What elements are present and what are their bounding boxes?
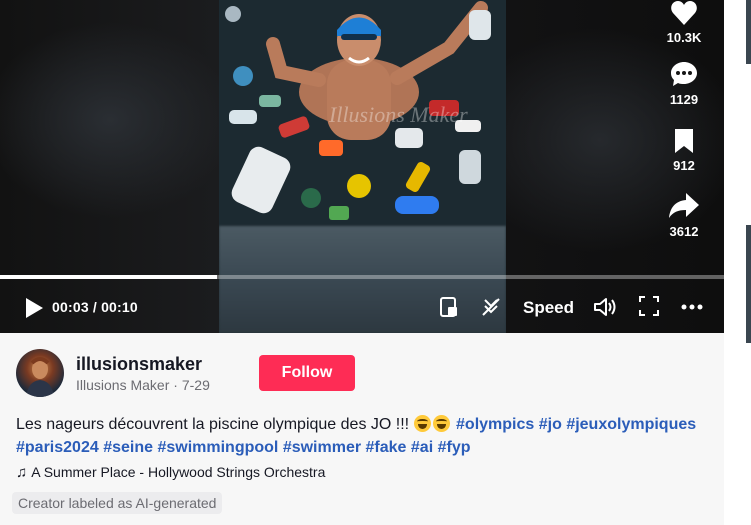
comment-icon[interactable] xyxy=(670,60,698,88)
save-action[interactable]: 912 xyxy=(650,128,718,173)
hashtag-link[interactable]: #fake xyxy=(366,439,407,456)
like-count: 10.3K xyxy=(666,30,702,45)
hashtag-link[interactable]: #fyp xyxy=(438,439,471,456)
share-icon[interactable] xyxy=(668,192,700,220)
controls-bar: 00:03 / 00:10 Speed xyxy=(0,290,724,324)
share-count: 3612 xyxy=(669,224,699,239)
caption-text: Les nageurs découvrent la piscine olympi… xyxy=(16,416,410,433)
recommended-sidebar-edge xyxy=(724,0,751,525)
hashtag-link[interactable]: #ai xyxy=(411,439,433,456)
bookmark-icon[interactable] xyxy=(673,128,695,154)
ai-generated-label: Creator labeled as AI-generated xyxy=(12,492,223,514)
hashtag-link[interactable]: #seine xyxy=(103,439,153,456)
time-display: 00:03 / 00:10 xyxy=(52,299,138,315)
volume-icon[interactable] xyxy=(593,296,617,318)
comment-action[interactable]: 1129 xyxy=(650,60,718,107)
play-icon[interactable] xyxy=(24,297,44,319)
hashtag-link[interactable]: #jo xyxy=(539,416,562,433)
more-options-icon[interactable] xyxy=(681,304,703,310)
hashtag-link[interactable]: #jeuxolympiques xyxy=(566,416,696,433)
separator-dot: · xyxy=(173,377,182,393)
progress-bar[interactable] xyxy=(0,275,724,279)
follow-button[interactable]: Follow xyxy=(259,355,355,391)
recommended-thumbnail[interactable] xyxy=(746,225,751,343)
recommended-thumbnail[interactable] xyxy=(746,0,751,64)
share-action[interactable]: 3612 xyxy=(650,192,718,239)
progress-fill xyxy=(0,275,218,279)
video-player[interactable]: Illusions Maker 10.3K 1129 912 3612 00:0… xyxy=(0,0,724,333)
author-username[interactable]: illusionsmaker xyxy=(76,354,202,375)
speed-button[interactable]: Speed xyxy=(523,298,574,318)
music-note-icon: ♫ xyxy=(16,464,28,481)
author-subline: Illusions Maker · 7-29 xyxy=(76,377,210,393)
music-row[interactable]: ♫ A Summer Place - Hollywood Strings Orch… xyxy=(16,464,325,481)
hashtag-link[interactable]: #swimmingpool xyxy=(157,439,278,456)
pip-icon[interactable] xyxy=(439,296,459,318)
grinning-sweat-emoji xyxy=(432,415,450,432)
watermark-text: Illusions Maker xyxy=(328,102,468,127)
caption: Les nageurs découvrent la piscine olympi… xyxy=(16,413,706,459)
hashtag-link[interactable]: #olympics xyxy=(456,416,534,433)
grinning-sweat-emoji xyxy=(413,415,431,432)
hashtag-link[interactable]: #paris2024 xyxy=(16,439,99,456)
like-action[interactable]: 10.3K xyxy=(650,0,718,45)
heart-icon[interactable] xyxy=(670,0,698,26)
post-date: 7-29 xyxy=(181,377,210,393)
auto-scroll-icon[interactable] xyxy=(480,296,502,318)
fullscreen-icon[interactable] xyxy=(639,296,659,316)
music-title[interactable]: A Summer Place - Hollywood Strings Orche… xyxy=(31,464,325,480)
save-count: 912 xyxy=(673,158,695,173)
video-frame[interactable]: Illusions Maker xyxy=(219,0,506,333)
avatar-image xyxy=(26,357,54,397)
hashtag-link[interactable]: #swimmer xyxy=(283,439,361,456)
avatar[interactable] xyxy=(16,349,64,397)
video-info-panel: illusionsmaker Illusions Maker · 7-29 Fo… xyxy=(0,333,724,525)
author-display-name[interactable]: Illusions Maker xyxy=(76,377,169,393)
comment-count: 1129 xyxy=(669,92,699,107)
